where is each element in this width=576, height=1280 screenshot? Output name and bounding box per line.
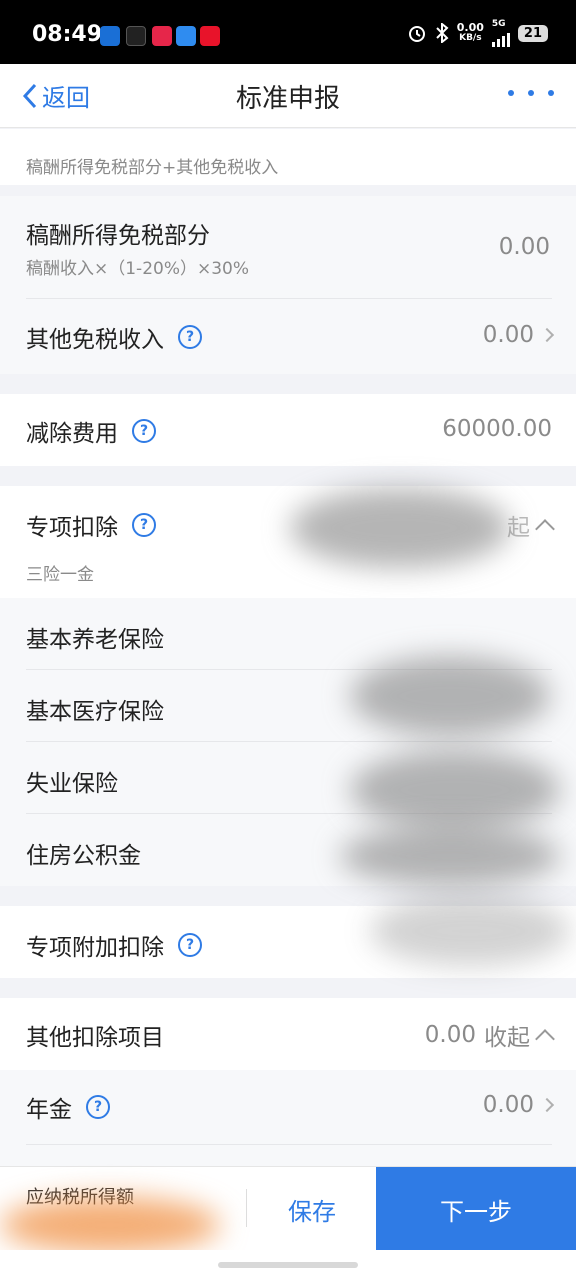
divider xyxy=(246,1189,247,1227)
redaction-blur xyxy=(370,896,570,966)
royalty-exempt-label: 稿酬所得免税部分 xyxy=(26,223,210,249)
battery-indicator: 21 xyxy=(517,24,548,42)
redaction-blur xyxy=(340,826,560,886)
page-title: 标准申报 xyxy=(235,84,340,114)
annuity-card: 年金? 0.00 xyxy=(0,1070,576,1166)
redaction-blur xyxy=(290,488,510,568)
network-type: 5G xyxy=(491,18,506,29)
redaction-blur xyxy=(350,750,560,830)
chevron-right-icon xyxy=(539,1097,555,1113)
home-indicator[interactable] xyxy=(0,1250,576,1280)
other-exempt-label: 其他免税收入 xyxy=(26,327,164,353)
help-icon[interactable]: ? xyxy=(178,325,202,349)
feishu-icon xyxy=(176,26,196,46)
royalty-exempt-row: 稿酬所得免税部分 稿酬收入×（1-20%）×30% xyxy=(26,216,552,279)
other-deduction-toggle[interactable]: 0.00 收起 xyxy=(424,1018,555,1052)
royalty-exempt-value: 0.00 xyxy=(498,234,550,260)
tiktok-lite-icon xyxy=(152,26,172,46)
nav-bar: 返回 标准申报 xyxy=(0,64,576,128)
special-deduction-suffix: 起 xyxy=(507,515,530,541)
other-exempt-value-wrap[interactable]: 0.00 xyxy=(482,322,555,348)
special-additional-label: 专项附加扣除 xyxy=(26,935,164,961)
annuity-value: 0.00 xyxy=(482,1092,534,1118)
divider xyxy=(26,741,552,742)
status-right: 0.00 KB/s 5G 21 xyxy=(407,18,548,47)
more-icon[interactable] xyxy=(508,90,554,96)
other-exempt-value: 0.00 xyxy=(482,322,534,348)
deduction-fee-label: 减除费用 xyxy=(26,421,118,447)
next-step-button[interactable]: 下一步 xyxy=(376,1167,576,1251)
exempt-income-summary: 稿酬所得免税部分+其他免税收入 xyxy=(0,129,576,185)
net-speed: 0.00 KB/s xyxy=(457,22,484,44)
net-speed-unit: KB/s xyxy=(459,33,482,43)
divider xyxy=(26,1144,552,1145)
chevron-right-icon xyxy=(539,327,555,343)
special-deduction-sub: 三险一金 xyxy=(26,565,94,585)
deduction-fee-card: 减除费用? 60000.00 xyxy=(0,394,576,466)
royalty-exempt-formula: 稿酬收入×（1-20%）×30% xyxy=(26,259,250,279)
other-exempt-row[interactable]: 其他免税收入? xyxy=(26,320,552,354)
status-bar: 08:49 0.00 KB/s 5G 21 xyxy=(0,0,576,64)
save-button[interactable]: 保存 xyxy=(248,1167,376,1251)
alarm-icon xyxy=(408,26,425,42)
net-speed-value: 0.00 xyxy=(456,21,484,34)
tiktok-icon xyxy=(126,26,146,46)
taobao-icon xyxy=(200,26,220,46)
annuity-row[interactable]: 年金? xyxy=(26,1090,552,1124)
status-time: 08:49 xyxy=(32,22,103,47)
annuity-label: 年金 xyxy=(26,1097,72,1123)
other-deduction-value: 0.00 xyxy=(424,1022,476,1048)
other-deduction-card: 其他扣除项目 0.00 收起 xyxy=(0,998,576,1070)
exempt-summary-sub: 稿酬所得免税部分+其他免税收入 xyxy=(26,158,279,178)
collapse-label: 收起 xyxy=(484,1025,530,1051)
list-item[interactable]: 基本养老保险 xyxy=(26,620,552,654)
bluetooth-icon xyxy=(436,23,449,43)
signal-icon xyxy=(491,29,510,47)
signal: 5G xyxy=(491,18,510,47)
deduction-fee-value: 60000.00 xyxy=(442,416,552,442)
divider xyxy=(26,298,552,299)
special-deduction-label: 专项扣除 xyxy=(26,515,118,541)
chevron-up-icon xyxy=(535,1029,555,1049)
help-icon[interactable]: ? xyxy=(132,513,156,537)
special-deduction-toggle[interactable]: 起 xyxy=(507,508,555,542)
annuity-value-wrap[interactable]: 0.00 xyxy=(482,1092,555,1118)
chevron-up-icon xyxy=(535,519,555,539)
help-icon[interactable]: ? xyxy=(86,1095,110,1119)
help-icon[interactable]: ? xyxy=(132,419,156,443)
bottom-action-bar: 应纳税所得额 保存 下一步 xyxy=(0,1166,576,1253)
redaction-blur xyxy=(0,1197,220,1253)
exempt-details-card: 稿酬所得免税部分 稿酬收入×（1-20%）×30% 0.00 其他免税收入? 0… xyxy=(0,196,576,374)
redaction-blur xyxy=(350,656,550,736)
help-icon[interactable]: ? xyxy=(178,933,202,957)
download-icon xyxy=(100,26,120,46)
